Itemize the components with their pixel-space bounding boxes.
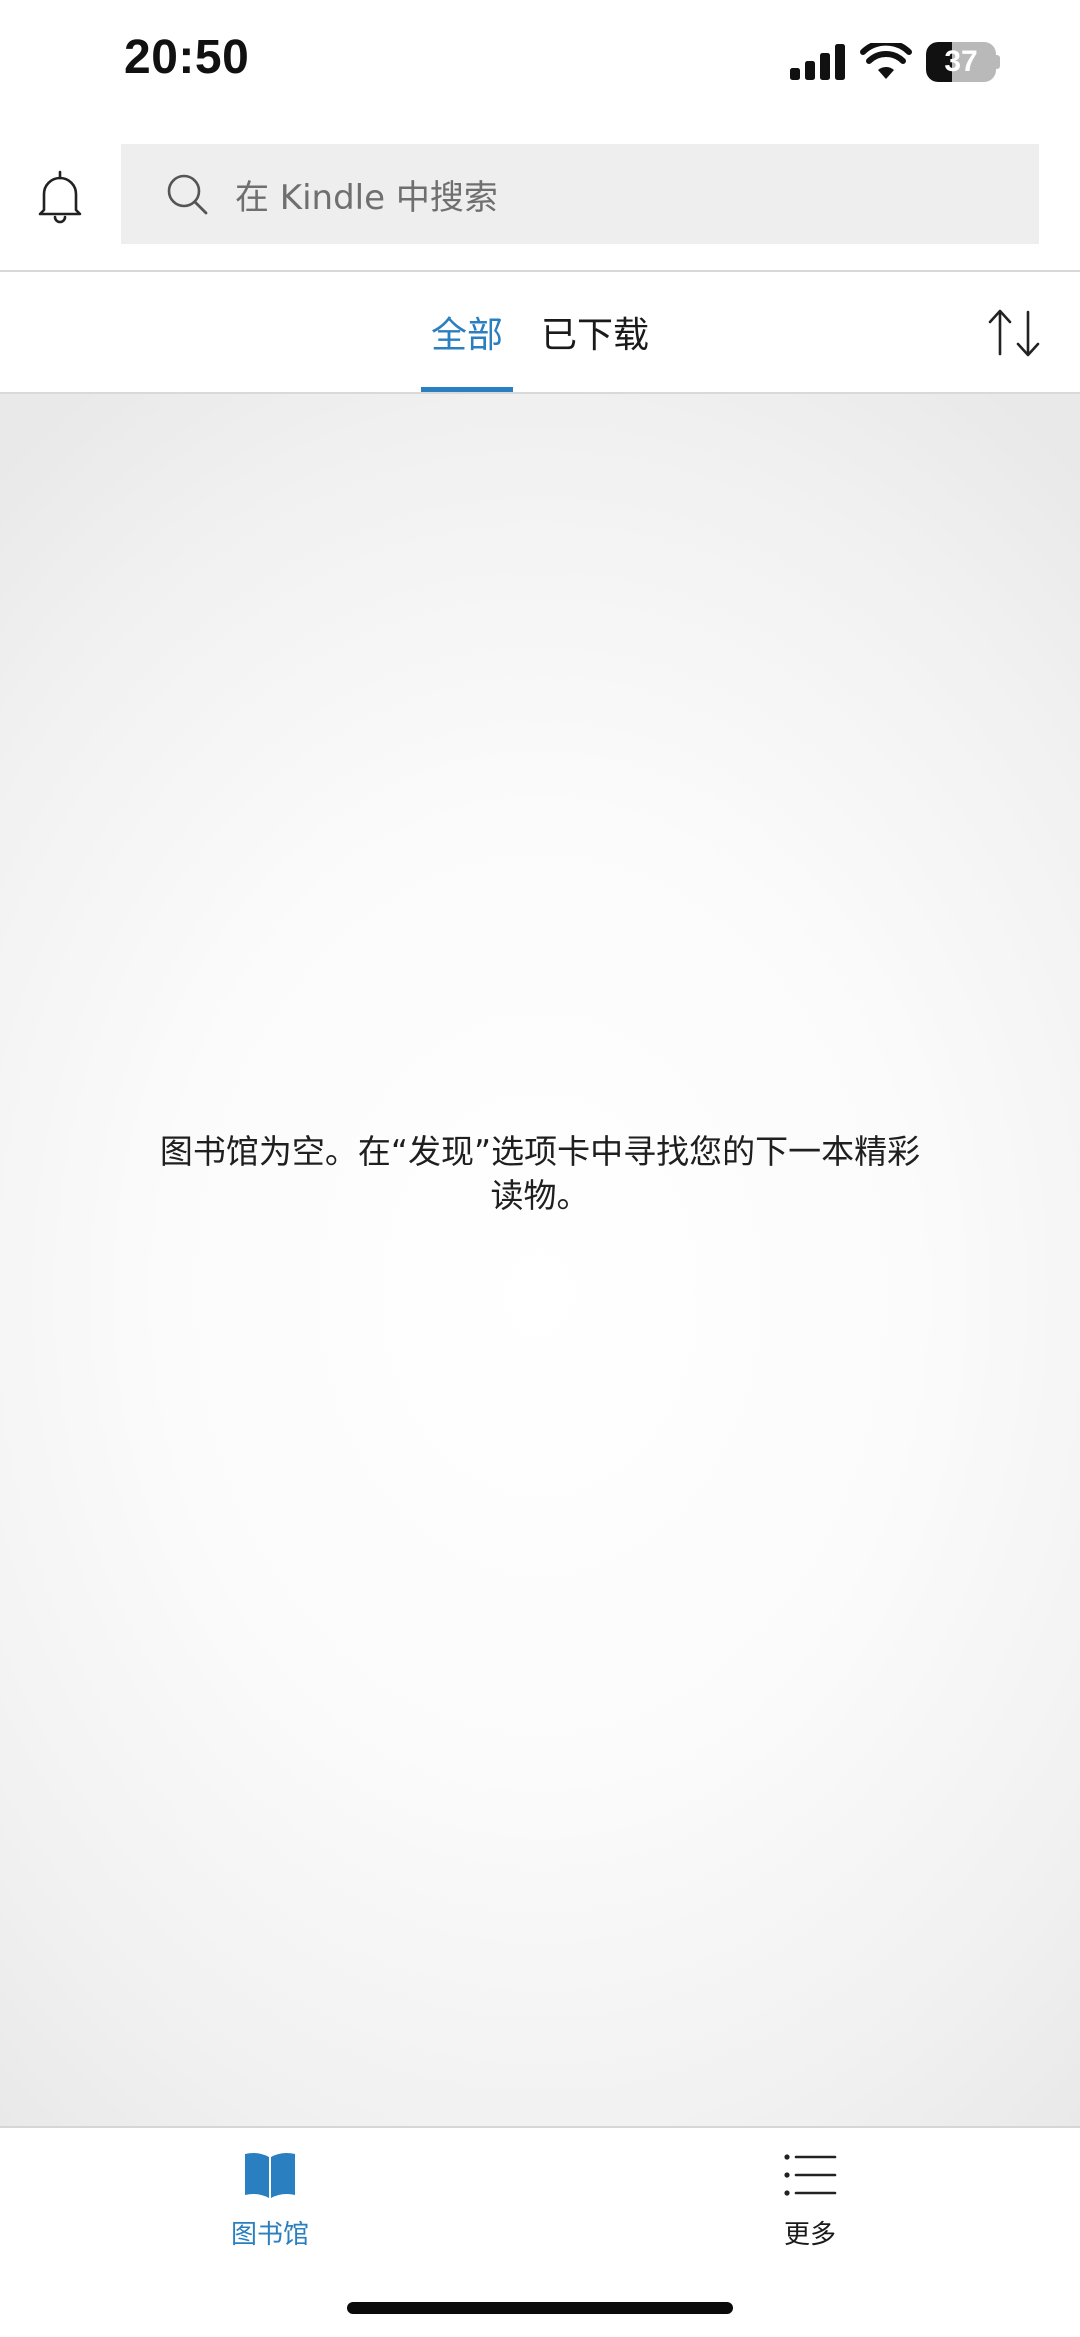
- search-input[interactable]: 在 Kindle 中搜索: [121, 144, 1039, 244]
- nav-item-more[interactable]: 更多: [710, 2150, 910, 2251]
- battery-icon: 37: [926, 42, 1000, 82]
- wifi-icon: [860, 43, 912, 79]
- tab-downloaded[interactable]: 已下载: [540, 272, 650, 392]
- nav-library-label: 图书馆: [230, 2220, 309, 2250]
- status-bar: 20:50 37: [0, 0, 1080, 130]
- menu-list-icon: [784, 2154, 837, 2196]
- status-icons: 37: [790, 42, 1000, 82]
- empty-library-message: 图书馆为空。在“发现”选项卡中寻找您的下一本精彩读物。: [159, 1132, 921, 1215]
- bell-icon[interactable]: [34, 170, 86, 226]
- cellular-signal-icon: [790, 44, 845, 80]
- tab-downloaded-label: 已下载: [540, 315, 649, 356]
- battery-level: 37: [944, 45, 978, 78]
- tab-all[interactable]: 全部: [421, 272, 513, 392]
- tab-all-label: 全部: [430, 315, 503, 356]
- search-icon: [167, 174, 208, 215]
- sort-icon[interactable]: [986, 306, 1042, 360]
- library-content: 图书馆为空。在“发现”选项卡中寻找您的下一本精彩读物。: [0, 394, 1080, 2126]
- library-tabs: 全部 已下载: [0, 272, 1080, 392]
- book-icon: [245, 2153, 295, 2198]
- search-placeholder: 在 Kindle 中搜索: [235, 177, 498, 218]
- home-indicator[interactable]: [347, 2302, 733, 2314]
- nav-more-label: 更多: [783, 2220, 836, 2250]
- nav-item-library[interactable]: 图书馆: [170, 2150, 370, 2251]
- library-header: 在 Kindle 中搜索: [0, 130, 1080, 270]
- status-time: 20:50: [124, 31, 250, 84]
